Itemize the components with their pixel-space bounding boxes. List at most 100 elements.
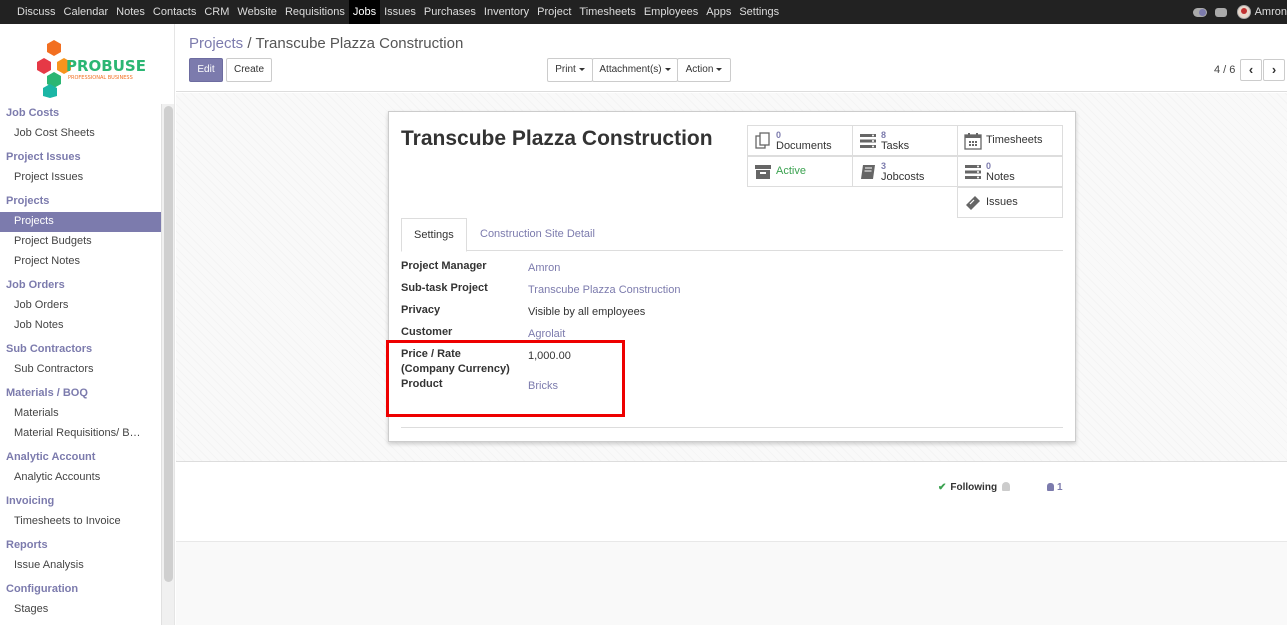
jobcosts-label: Jobcosts xyxy=(881,170,925,183)
sidebar-item-job-cost-sheets[interactable]: Job Cost Sheets xyxy=(0,124,161,144)
pager-previous-button[interactable]: ‹ xyxy=(1240,59,1262,81)
customer-label: Customer xyxy=(401,326,453,338)
issues-smart-button[interactable]: Issues xyxy=(957,187,1063,218)
menu-notes[interactable]: Notes xyxy=(112,0,149,24)
sidebar-item-analytic-accounts[interactable]: Analytic Accounts xyxy=(0,468,161,488)
sidebar-item-timesheets-to-invoice[interactable]: Timesheets to Invoice xyxy=(0,512,161,532)
menu-crm[interactable]: CRM xyxy=(200,0,233,24)
archive-icon xyxy=(755,164,771,179)
menu-discuss[interactable]: Discuss xyxy=(13,0,60,24)
sidebar-item-stages[interactable]: Stages xyxy=(0,600,161,620)
menu-timesheets[interactable]: Timesheets xyxy=(575,0,639,24)
tasks-icon xyxy=(860,133,876,148)
breadcrumb-current: Transcube Plazza Construction xyxy=(255,35,464,52)
sidebar-item-project-budgets[interactable]: Project Budgets xyxy=(0,232,161,252)
documents-smart-button[interactable]: 0 Documents xyxy=(747,125,853,156)
sidebar-item-job-notes[interactable]: Job Notes xyxy=(0,316,161,336)
attachments-dropdown[interactable]: Attachment(s) xyxy=(592,58,678,82)
sidebar: PROBUSE PROFESSIONAL BUSINESS Job Costs … xyxy=(0,24,175,625)
user-avatar[interactable] xyxy=(1236,5,1251,19)
sidebar-item-job-orders[interactable]: Job Orders xyxy=(0,296,161,316)
sidebar-section-configuration: Configuration xyxy=(6,583,79,595)
user-name[interactable]: Amron xyxy=(1255,6,1287,18)
caret-down-icon xyxy=(578,67,585,71)
probuse-logo: PROBUSE PROFESSIONAL BUSINESS xyxy=(37,40,146,98)
subtask-project-value[interactable]: Transcube Plazza Construction xyxy=(528,283,680,298)
tasks-icon xyxy=(965,164,981,179)
sidebar-section-projects: Projects xyxy=(6,195,50,207)
breadcrumb-separator: / xyxy=(247,35,252,52)
followers-button[interactable]: 1 xyxy=(1047,482,1063,493)
record-title: Transcube Plazza Construction xyxy=(401,127,713,150)
create-button[interactable]: Create xyxy=(226,58,272,82)
app-menu: Discuss Calendar Notes Contacts CRM Webs… xyxy=(13,0,783,24)
jobcosts-smart-button[interactable]: 3 Jobcosts xyxy=(852,156,958,187)
sidebar-item-projects[interactable]: Projects xyxy=(0,212,161,232)
sidebar-section-invoicing: Invoicing xyxy=(6,495,55,507)
notes-label: Notes xyxy=(986,170,1015,183)
sidebar-item-material-requisitions[interactable]: Material Requisitions/ B… xyxy=(0,424,161,444)
active-toggle-button[interactable]: Active xyxy=(747,156,853,187)
ticket-icon xyxy=(966,195,980,210)
tasks-label: Tasks xyxy=(881,139,910,152)
sidebar-item-project-notes[interactable]: Project Notes xyxy=(0,252,161,272)
sidebar-section-sub-contractors: Sub Contractors xyxy=(6,343,93,355)
timesheets-label: Timesheets xyxy=(986,134,1043,146)
sidebar-section-project-issues: Project Issues xyxy=(6,151,81,163)
attachments-label: Attachment(s) xyxy=(599,64,662,75)
tasks-smart-button[interactable]: 8 Tasks xyxy=(852,125,958,156)
menu-inventory[interactable]: Inventory xyxy=(480,0,533,24)
menu-issues[interactable]: Issues xyxy=(380,0,420,24)
menu-employees[interactable]: Employees xyxy=(640,0,702,24)
chatter-thread-area xyxy=(176,541,1287,625)
breadcrumb-projects-link[interactable]: Projects xyxy=(189,35,243,52)
menu-requisitions[interactable]: Requisitions xyxy=(281,0,349,24)
highlight-box xyxy=(386,340,625,417)
sidebar-section-reports: Reports xyxy=(6,539,48,551)
privacy-value: Visible by all employees xyxy=(528,306,646,318)
menu-website[interactable]: Website xyxy=(233,0,281,24)
notes-smart-button[interactable]: 0 Notes xyxy=(957,156,1063,187)
breadcrumb: Projects / Transcube Plazza Construction xyxy=(189,35,463,52)
chevron-left-icon: ‹ xyxy=(1248,62,1254,77)
bell-icon[interactable] xyxy=(1002,482,1010,491)
sidebar-menu: Job Costs Job Cost Sheets Project Issues… xyxy=(0,104,161,620)
sidebar-scrollbar[interactable] xyxy=(161,104,174,625)
sidebar-item-issue-analysis[interactable]: Issue Analysis xyxy=(0,556,161,576)
sidebar-scrollbar-thumb[interactable] xyxy=(164,106,173,582)
menu-apps[interactable]: Apps xyxy=(702,0,735,24)
tab-settings[interactable]: Settings xyxy=(401,218,467,252)
sidebar-section-analytic-account: Analytic Account xyxy=(6,451,96,463)
action-dropdown[interactable]: Action xyxy=(677,58,731,82)
privacy-label: Privacy xyxy=(401,304,441,316)
sidebar-item-project-issues[interactable]: Project Issues xyxy=(0,168,161,188)
sidebar-item-sub-contractors[interactable]: Sub Contractors xyxy=(0,360,161,380)
edit-button[interactable]: Edit xyxy=(189,58,223,82)
menu-settings[interactable]: Settings xyxy=(735,0,783,24)
menu-calendar[interactable]: Calendar xyxy=(60,0,113,24)
timesheets-smart-button[interactable]: Timesheets xyxy=(957,125,1063,156)
sidebar-item-materials[interactable]: Materials xyxy=(0,404,161,424)
chat-icon[interactable] xyxy=(1214,7,1227,17)
action-label: Action xyxy=(685,64,714,75)
sidebar-section-job-orders: Job Orders xyxy=(6,279,65,291)
following-button[interactable]: ✔ Following xyxy=(938,482,997,493)
book-icon xyxy=(861,164,875,179)
documents-label: Documents xyxy=(776,139,832,152)
pager-next-button[interactable]: › xyxy=(1263,59,1285,81)
menu-contacts[interactable]: Contacts xyxy=(149,0,200,24)
print-dropdown[interactable]: Print xyxy=(547,58,593,82)
chatter: ✔ Following 1 xyxy=(176,461,1287,541)
project-manager-value[interactable]: Amron xyxy=(528,261,560,276)
top-navbar: Discuss Calendar Notes Contacts CRM Webs… xyxy=(0,0,1287,24)
tab-construction-site-detail[interactable]: Construction Site Detail xyxy=(468,218,607,251)
menu-jobs[interactable]: Jobs xyxy=(348,0,381,24)
notebook-tabs: Settings Construction Site Detail xyxy=(401,218,1063,252)
menu-project[interactable]: Project xyxy=(533,0,575,24)
toggle-icon[interactable] xyxy=(1192,7,1207,17)
pager-value[interactable]: 4 / 6 xyxy=(1214,64,1235,76)
menu-purchases[interactable]: Purchases xyxy=(420,0,480,24)
chevron-right-icon: › xyxy=(1271,62,1277,77)
project-manager-label: Project Manager xyxy=(401,260,487,272)
active-label: Active xyxy=(776,165,806,177)
